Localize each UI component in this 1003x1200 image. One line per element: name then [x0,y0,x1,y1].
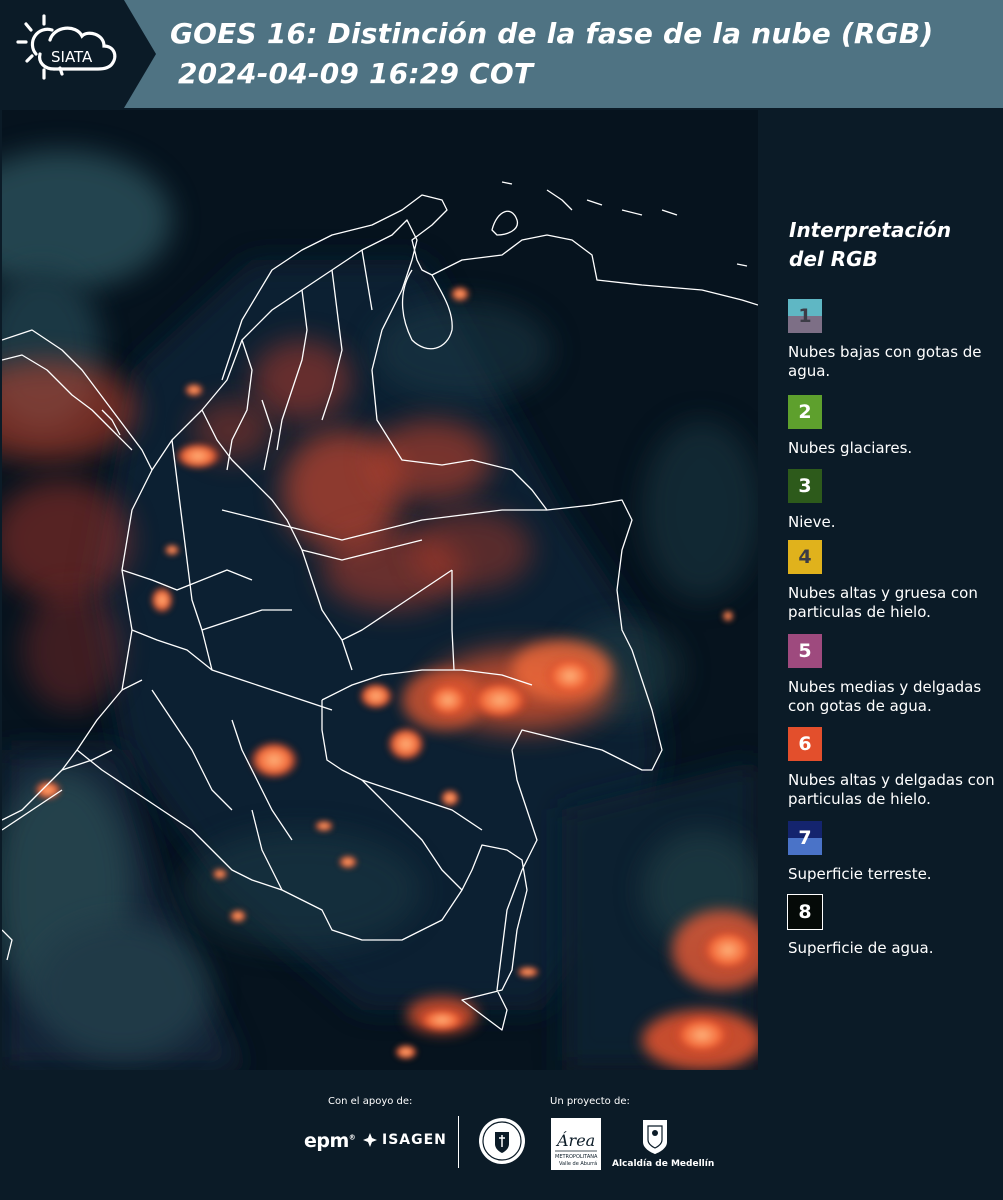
legend-panel: Interpretación del RGB 1 Nubes bajas con… [760,110,1003,1070]
page-title: GOES 16: Distinción de la fase de la nub… [170,14,933,94]
legend-swatch: 2 [788,395,822,429]
legend-label: Nieve. [788,513,836,531]
legend-label: Nubes glaciares. [788,439,913,457]
legend-swatch: 8 [787,894,823,930]
footer-divider [458,1116,459,1168]
amva-logo: Área METROPOLITANA Valle de Aburrá [551,1118,601,1170]
epm-text: epm [304,1130,349,1152]
legend-item-7: 7 Superficie terreste. [788,821,1000,884]
rgb-satellite-image [2,110,758,1070]
legend-item-2: 2 Nubes glaciares. [788,395,1000,458]
satellite-map [2,110,758,1070]
legend-item-3: 3 Nieve. [788,469,1000,532]
isagen-mark-icon [363,1133,377,1147]
legend-label: Nubes altas y delgadas con particulas de… [788,771,995,808]
header-bar: SIATA GOES 16: Distinción de la fase de … [0,0,1003,108]
legend-number: 2 [798,401,812,423]
legend-item-5: 5 Nubes medias y delgadas con gotas de a… [788,634,1000,716]
title-line-2: 2024-04-09 16:29 COT [178,57,534,90]
svg-text:Área: Área [555,1130,595,1150]
legend-item-6: 6 Nubes altas y delgadas con particulas … [788,727,1000,809]
legend-swatch: 5 [788,634,822,668]
legend-label: Superficie de agua. [788,939,934,957]
legend-swatch: 3 [788,469,822,503]
legend-item-4: 4 Nubes altas y gruesa con particulas de… [788,540,1000,622]
siata-sun-cloud-icon: SIATA [16,14,117,80]
alcaldia-shield-icon [643,1120,667,1154]
legend-number: 5 [798,640,812,662]
isagen-text: ISAGEN [382,1132,447,1148]
legend-number: 3 [798,475,812,497]
legend-number: 1 [798,305,812,327]
legend-title: Interpretación del RGB [789,218,952,271]
legend-item-8: 8 Superficie de agua. [787,894,1000,958]
svg-text:METROPOLITANA: METROPOLITANA [555,1154,598,1160]
legend-label: Superficie terreste. [788,865,932,883]
legend-number: 6 [798,733,812,755]
svg-text:SIATA: SIATA [51,48,93,66]
medellin-seal-icon [479,1118,525,1164]
footer: Con el apoyo de: Un proyecto de: epm® IS… [0,1070,1003,1200]
svg-text:Valle de Aburrá: Valle de Aburrá [559,1160,597,1167]
legend-swatch: 1 [788,299,822,333]
epm-logo: epm® [304,1130,356,1152]
project-label: Un proyecto de: [550,1096,630,1107]
support-label: Con el apoyo de: [328,1096,413,1107]
legend-number: 7 [798,827,812,849]
legend-swatch: 6 [788,727,822,761]
legend-swatch: 7 [788,821,822,855]
legend-number: 4 [798,546,812,568]
isagen-logo: ISAGEN [362,1132,447,1148]
legend-swatch: 4 [788,540,822,574]
alcaldia-text: Alcaldía de Medellín [612,1159,715,1169]
siata-logo: SIATA [0,0,156,108]
legend-number: 8 [798,901,812,923]
legend-item-1: 1 Nubes bajas con gotas de agua. [788,299,1000,381]
legend-label: Nubes medias y delgadas con gotas de agu… [788,678,982,715]
title-line-1: GOES 16: Distinción de la fase de la nub… [170,17,934,50]
legend-label: Nubes bajas con gotas de agua. [788,343,982,380]
legend-label: Nubes altas y gruesa con particulas de h… [788,584,978,621]
